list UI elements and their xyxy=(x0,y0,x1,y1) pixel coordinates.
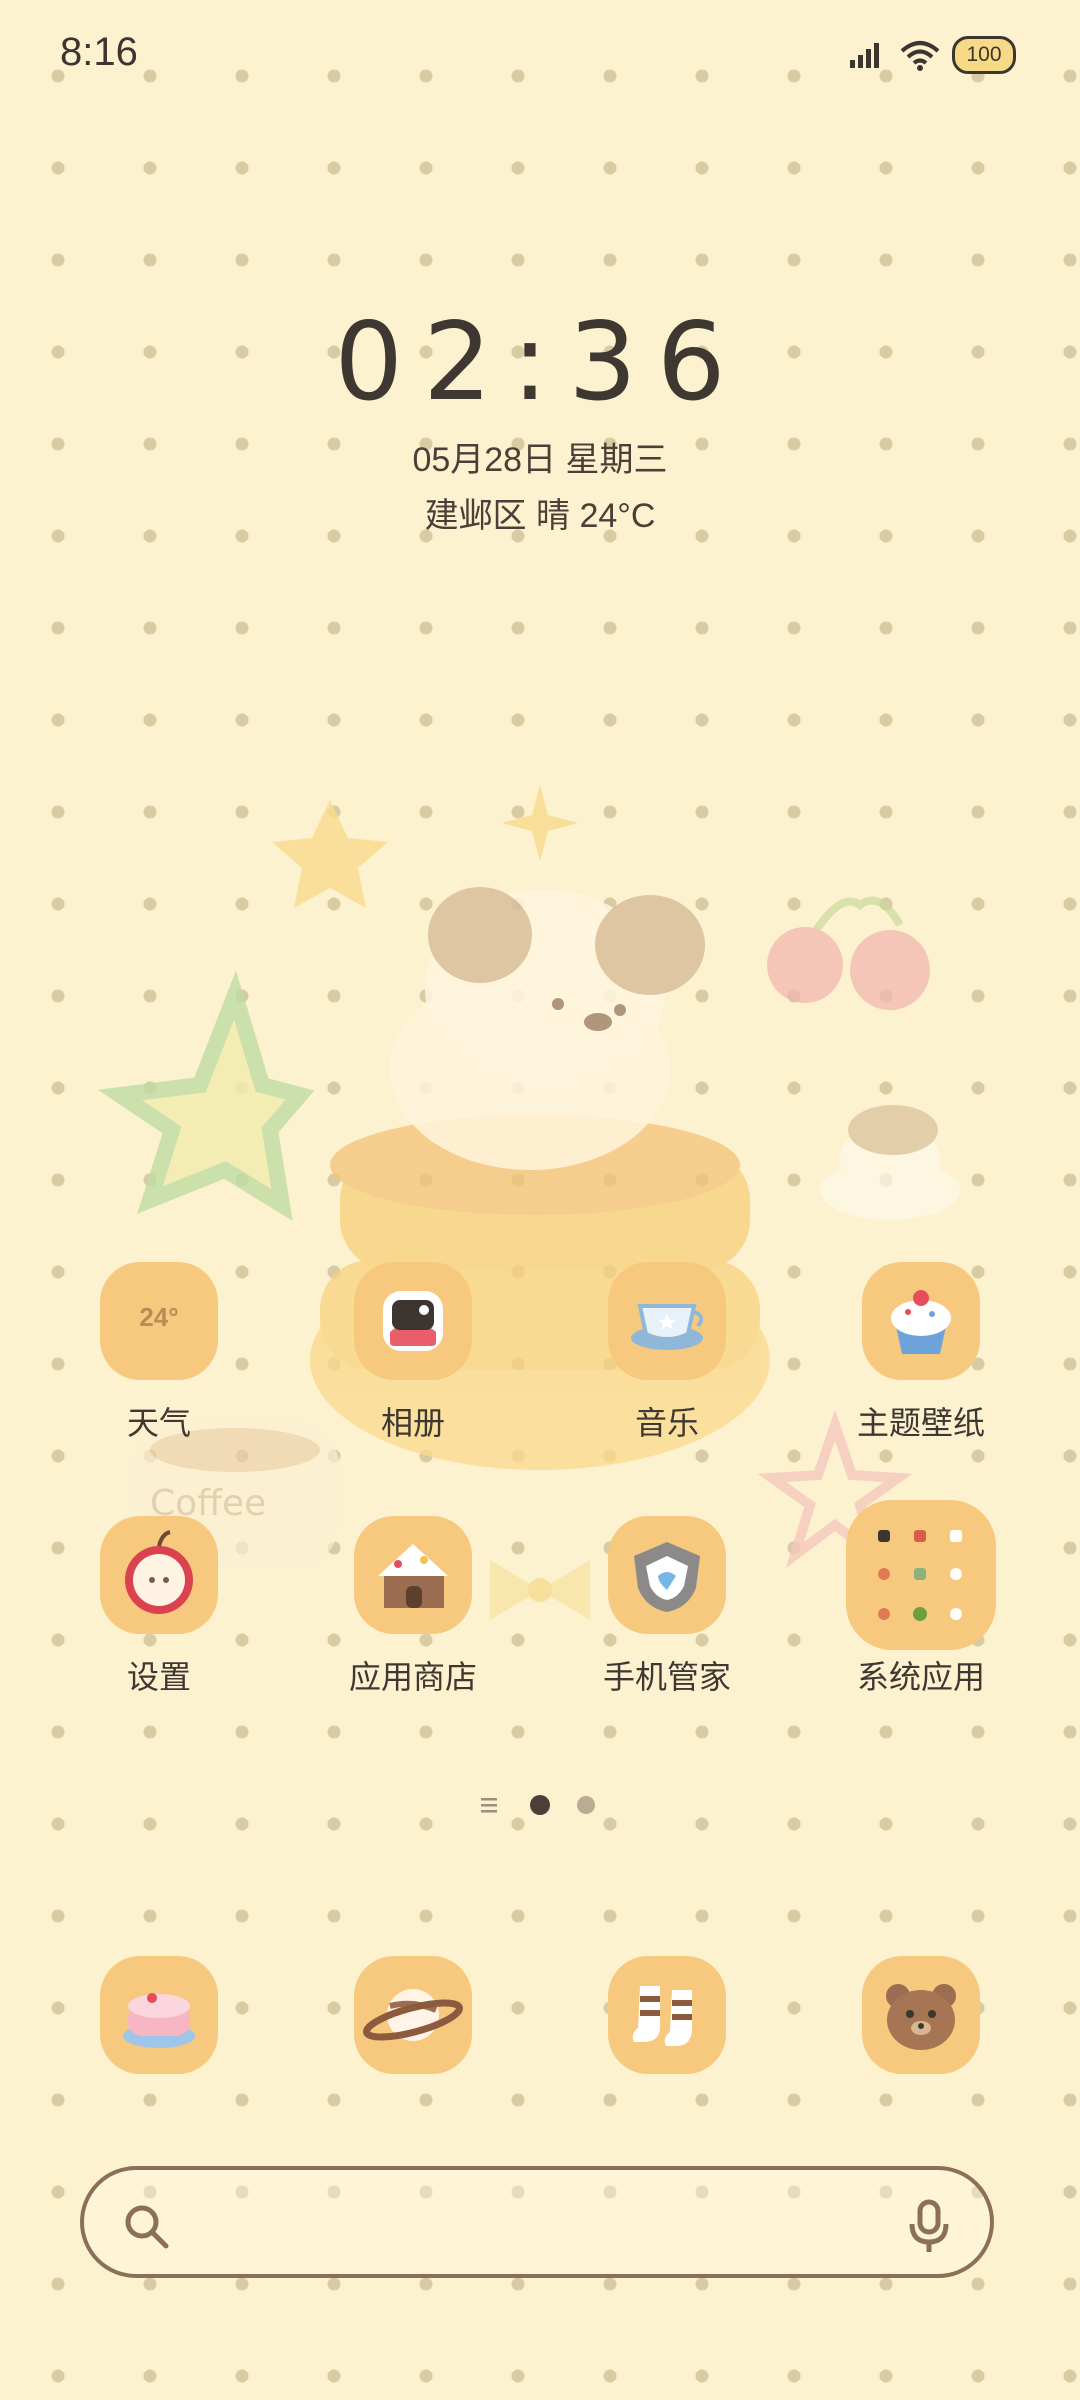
app-label: 相册 xyxy=(380,1405,445,1441)
clock-weather: 建邺区 晴 24°C xyxy=(424,497,656,535)
app-gallery[interactable]: 相册 xyxy=(303,1262,523,1444)
menu-lines-icon xyxy=(481,1798,497,1813)
bear-icon xyxy=(862,1956,980,2074)
green-star-decoration xyxy=(97,970,315,1221)
cupcake-icon xyxy=(862,1262,980,1380)
sparkle-decoration xyxy=(502,785,578,861)
app-store[interactable]: 应用商店 xyxy=(303,1516,523,1698)
clock-date: 05月28日 星期三 xyxy=(412,441,668,479)
app-label: 应用商店 xyxy=(348,1659,477,1695)
app-settings[interactable]: 设置 xyxy=(49,1516,269,1698)
microphone-icon[interactable] xyxy=(904,2198,954,2254)
dock-app-bear[interactable] xyxy=(811,1956,1031,2074)
status-icons: 100 xyxy=(848,36,1016,74)
signal-icon xyxy=(850,43,879,68)
app-weather[interactable]: 24° 天气 xyxy=(49,1262,269,1444)
cherry-decoration xyxy=(767,896,930,1010)
shield-icon xyxy=(608,1516,726,1634)
music-icon xyxy=(608,1262,726,1380)
app-label: 天气 xyxy=(126,1405,191,1441)
gallery-icon xyxy=(354,1262,472,1380)
app-system-folder[interactable]: 系统应用 xyxy=(811,1500,1031,1698)
app-label: 手机管家 xyxy=(602,1659,731,1695)
app-label: 音乐 xyxy=(634,1405,699,1441)
weather-icon: 24° xyxy=(100,1262,218,1380)
app-label: 系统应用 xyxy=(856,1659,985,1695)
app-label: 设置 xyxy=(126,1659,191,1695)
weather-badge: 24° xyxy=(139,1302,179,1332)
page-dot xyxy=(577,1796,595,1814)
app-phone-manager[interactable]: 手机管家 xyxy=(557,1516,777,1698)
star-decoration xyxy=(272,800,388,908)
page-indicator[interactable] xyxy=(478,1793,602,1817)
status-bar: 8:16 100 xyxy=(0,0,1080,110)
app-music[interactable]: 音乐 xyxy=(557,1262,777,1444)
planet-icon xyxy=(354,1956,472,2074)
pudding-decoration xyxy=(820,1105,960,1220)
wifi-icon xyxy=(900,41,940,71)
cake-icon xyxy=(100,1956,218,2074)
house-icon xyxy=(354,1516,472,1634)
dock-app-cake[interactable] xyxy=(49,1956,269,2074)
search-icon xyxy=(125,2205,169,2249)
apple-icon xyxy=(100,1516,218,1634)
app-label: 主题壁纸 xyxy=(856,1405,985,1441)
page-dot-active xyxy=(530,1795,550,1815)
status-time: 8:16 xyxy=(60,30,138,74)
clock-time[interactable]: 02:36 xyxy=(0,300,1080,425)
dock-app-planet[interactable] xyxy=(303,1956,523,2074)
socks-icon xyxy=(608,1956,726,2074)
battery-indicator: 100 xyxy=(952,36,1016,74)
app-themes[interactable]: 主题壁纸 xyxy=(811,1262,1031,1444)
search-bar[interactable] xyxy=(80,2166,994,2278)
dock-app-socks[interactable] xyxy=(557,1956,777,2074)
folder-icon xyxy=(846,1500,996,1650)
